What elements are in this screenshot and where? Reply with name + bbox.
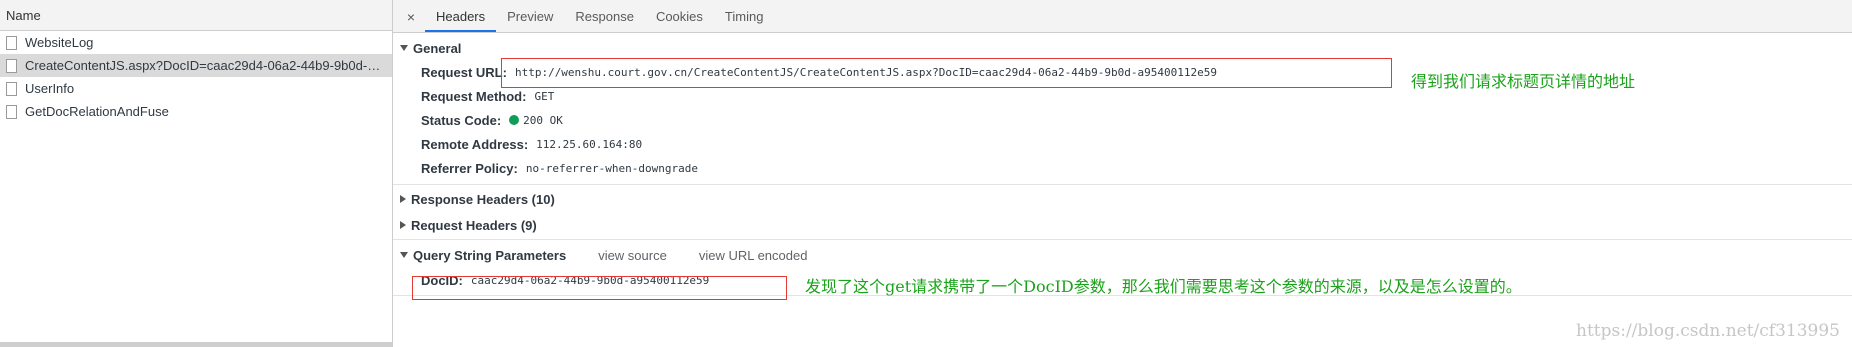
- name-column-header[interactable]: Name: [0, 0, 392, 31]
- tab-cookies[interactable]: Cookies: [645, 2, 714, 32]
- document-icon: [6, 104, 17, 119]
- request-item-createcontentjs[interactable]: CreateContentJS.aspx?DocID=caac29d4-06a2…: [0, 54, 392, 77]
- view-url-encoded-link[interactable]: view URL encoded: [699, 248, 808, 263]
- tab-timing[interactable]: Timing: [714, 2, 775, 32]
- status-code-value: 200 OK: [523, 113, 563, 127]
- expand-triangle-icon: [400, 45, 408, 51]
- request-method-value: GET: [534, 89, 555, 103]
- request-method-key: Request Method:: [421, 88, 527, 104]
- request-item-label: WebsiteLog: [25, 35, 94, 50]
- docid-param-key: DocID:: [421, 272, 463, 288]
- request-item-getdocrelationandfuse[interactable]: GetDocRelationAndFuse: [0, 100, 392, 123]
- general-title: General: [413, 40, 462, 56]
- response-headers-section: Response Headers (10): [393, 185, 1852, 212]
- status-ok-dot-icon: [509, 115, 520, 125]
- general-section-header[interactable]: General: [393, 36, 1852, 60]
- response-headers-header[interactable]: Response Headers (10): [393, 187, 1852, 211]
- remote-address-row: Remote Address: 112.25.60.164:80: [393, 132, 1852, 156]
- referrer-policy-row: Referrer Policy: no-referrer-when-downgr…: [393, 156, 1852, 180]
- view-source-link[interactable]: view source: [598, 248, 667, 263]
- request-headers-title: Request Headers (9): [411, 217, 537, 233]
- query-string-title: Query String Parameters: [413, 247, 567, 263]
- request-url-key: Request URL:: [421, 64, 507, 80]
- param-annotation-note: 发现了这个get请求携带了一个DocID参数，那么我们需要思考这个参数的来源，以…: [805, 277, 1522, 296]
- status-code-key: Status Code:: [421, 112, 502, 128]
- request-url-value: http://wenshu.court.gov.cn/CreateContent…: [514, 65, 1217, 79]
- tab-preview[interactable]: Preview: [496, 2, 564, 32]
- status-code-row: Status Code: 200 OK: [393, 108, 1852, 132]
- request-headers-section: Request Headers (9): [393, 212, 1852, 240]
- query-string-header[interactable]: Query String Parameters view source view…: [393, 243, 1852, 267]
- close-icon[interactable]: ×: [401, 2, 421, 32]
- url-annotation-note: 得到我们请求标题页详情的地址: [1411, 72, 1636, 91]
- collapse-triangle-icon: [400, 221, 406, 229]
- request-item-websitelog[interactable]: WebsiteLog: [0, 31, 392, 54]
- referrer-policy-value: no-referrer-when-downgrade: [525, 161, 699, 175]
- request-item-userinfo[interactable]: UserInfo: [0, 77, 392, 100]
- request-item-label: UserInfo: [25, 81, 75, 96]
- remote-address-value: 112.25.60.164:80: [536, 137, 643, 151]
- response-headers-title: Response Headers (10): [411, 191, 555, 207]
- request-list: WebsiteLog CreateContentJS.aspx?DocID=ca…: [0, 31, 392, 123]
- horizontal-scrollbar[interactable]: [0, 342, 392, 347]
- document-icon: [6, 35, 17, 50]
- remote-address-key: Remote Address:: [421, 136, 529, 152]
- request-headers-header[interactable]: Request Headers (9): [393, 213, 1852, 237]
- tab-headers[interactable]: Headers: [425, 2, 497, 32]
- watermark: https://blog.csdn.net/cf313995: [1576, 321, 1840, 341]
- request-item-label: GetDocRelationAndFuse: [25, 104, 169, 119]
- request-item-label: CreateContentJS.aspx?DocID=caac29d4-06a2…: [25, 58, 385, 73]
- detail-tab-bar: × Headers Preview Response Cookies Timin…: [393, 0, 1852, 33]
- document-icon: [6, 81, 17, 96]
- docid-param-value: caac29d4-06a2-44b9-9b0d-a95400112e59: [470, 273, 710, 287]
- tab-response[interactable]: Response: [564, 2, 645, 32]
- collapse-triangle-icon: [400, 195, 406, 203]
- request-list-pane: Name WebsiteLog CreateContentJS.aspx?Doc…: [0, 0, 393, 347]
- referrer-policy-key: Referrer Policy:: [421, 160, 518, 176]
- expand-triangle-icon: [400, 252, 408, 258]
- document-icon: [6, 58, 17, 73]
- general-section: General Request URL: http://wenshu.court…: [393, 33, 1852, 185]
